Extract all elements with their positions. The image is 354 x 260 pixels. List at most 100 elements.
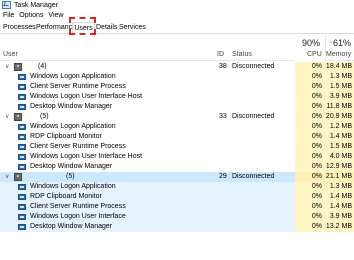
app-icon (18, 194, 26, 200)
chevron-down-icon[interactable]: ∨ (5, 112, 9, 122)
cpu-value: 0% (295, 92, 325, 102)
process-row[interactable]: Windows Logon User Interface Host 0% 3.9… (0, 92, 354, 102)
process-row[interactable]: RDP Clipboard Monitor 0% 1.4 MB (0, 192, 354, 202)
cpu-value: 0% (295, 172, 325, 182)
memory-value: 1.2 MB (325, 122, 354, 132)
memory-value: 18.4 MB (325, 62, 354, 72)
user-row-selected[interactable]: ∨ (5) 29 Disconnected 0% 21.1 MB (0, 172, 354, 182)
cpu-value: 0% (295, 132, 325, 142)
memory-value: 12.9 MB (325, 162, 354, 172)
column-id[interactable]: ID (217, 51, 224, 58)
cpu-value: 0% (295, 182, 325, 192)
memory-value: 21.1 MB (325, 172, 354, 182)
memory-total-percent: 61% (333, 38, 352, 48)
process-name: Windows Logon Application (30, 183, 116, 190)
user-icon (14, 63, 22, 71)
window-title: Task Manager (14, 1, 58, 9)
memory-value: 1.4 MB (325, 132, 354, 142)
tab-performance[interactable]: Performance (36, 22, 76, 33)
process-row[interactable]: Windows Logon Application 0% 1.2 MB (0, 122, 354, 132)
process-row[interactable]: Client Server Runtime Process 0% 1.5 MB (0, 82, 354, 92)
app-icon (18, 94, 26, 100)
process-row[interactable]: Windows Logon User Interface 0% 3.9 MB (0, 212, 354, 222)
memory-value: 3.9 MB (325, 92, 354, 102)
process-row[interactable]: Client Server Runtime Process 0% 1.5 MB (0, 142, 354, 152)
process-name: Client Server Runtime Process (30, 83, 126, 90)
cpu-value: 0% (295, 82, 325, 92)
tab-services[interactable]: Services (119, 22, 146, 33)
memory-value: 20.9 MB (325, 112, 354, 122)
app-icon (18, 184, 26, 190)
memory-value: 4.0 MB (325, 152, 354, 162)
app-icon (18, 84, 26, 90)
process-row[interactable]: Desktop Window Manager 0% 11.8 MB (0, 102, 354, 112)
cpu-value: 0% (295, 162, 325, 172)
user-name: (5) (66, 173, 75, 180)
cpu-value: 0% (295, 112, 325, 122)
process-name: Windows Logon Application (30, 73, 116, 80)
column-memory[interactable]: Memory (326, 51, 351, 58)
memory-value: 1.5 MB (325, 142, 354, 152)
app-icon (18, 154, 26, 160)
cpu-value: 0% (295, 62, 325, 72)
memory-value: 3.9 MB (325, 212, 354, 222)
cpu-value: 0% (295, 202, 325, 212)
menu-bar: File Options View (0, 10, 65, 20)
user-row[interactable]: ∨ (5) 33 Disconnected 0% 20.9 MB (0, 112, 354, 122)
process-row[interactable]: Desktop Window Manager 0% 12.9 MB (0, 162, 354, 172)
process-row[interactable]: Windows Logon User Interface Host 0% 4.0… (0, 152, 354, 162)
memory-value: 1.3 MB (325, 182, 354, 192)
sort-arrow-icon: ^ (329, 41, 332, 47)
tab-processes[interactable]: Processes (3, 22, 36, 33)
app-icon (18, 204, 26, 210)
cpu-value: 0% (295, 222, 325, 232)
app-icon (18, 74, 26, 80)
cpu-value: 0% (295, 102, 325, 112)
memory-value: 1.5 MB (325, 82, 354, 92)
menu-view[interactable]: View (46, 12, 65, 19)
menu-options[interactable]: Options (17, 12, 45, 19)
user-row[interactable]: ∨ (4) 38 Disconnected 0% 18.4 MB (0, 62, 354, 72)
cpu-value: 0% (295, 142, 325, 152)
session-id: 33 (219, 113, 227, 120)
process-name: Desktop Window Manager (30, 223, 113, 230)
app-icon (18, 104, 26, 110)
task-manager-icon (2, 1, 11, 9)
process-name: Windows Logon Application (30, 123, 116, 130)
session-id: 38 (219, 63, 227, 70)
process-name: Windows Logon User Interface Host (30, 153, 143, 160)
cpu-value: 0% (295, 192, 325, 202)
user-name: (4) (38, 63, 47, 70)
column-cpu[interactable]: CPU (307, 51, 322, 58)
app-icon (18, 144, 26, 150)
app-icon (18, 124, 26, 130)
chevron-down-icon[interactable]: ∨ (5, 172, 9, 182)
tab-details[interactable]: Details (96, 22, 117, 33)
users-list: ∨ (4) 38 Disconnected 0% 18.4 MB Windows… (0, 62, 354, 232)
process-name: Windows Logon User Interface (30, 213, 126, 220)
process-name: Client Server Runtime Process (30, 203, 126, 210)
app-icon (18, 134, 26, 140)
process-row[interactable]: Client Server Runtime Process 0% 1.4 MB (0, 202, 354, 212)
process-row[interactable]: Windows Logon Application 0% 1.3 MB (0, 182, 354, 192)
process-name: RDP Clipboard Monitor (30, 133, 102, 140)
cpu-total-percent: 90% (302, 38, 321, 48)
user-status: Disconnected (232, 173, 275, 180)
chevron-down-icon[interactable]: ∨ (5, 62, 9, 72)
process-name: Client Server Runtime Process (30, 143, 126, 150)
app-icon (18, 214, 26, 220)
memory-value: 1.4 MB (325, 192, 354, 202)
column-user[interactable]: User (3, 51, 18, 58)
menu-file[interactable]: File (1, 12, 16, 19)
column-status[interactable]: Status (232, 51, 252, 58)
process-name: Windows Logon User Interface Host (30, 93, 143, 100)
title-bar: Task Manager (0, 0, 354, 10)
process-row[interactable]: RDP Clipboard Monitor 0% 1.4 MB (0, 132, 354, 142)
process-row[interactable]: Windows Logon Application 0% 1.3 MB (0, 72, 354, 82)
tab-users[interactable]: Users (72, 22, 95, 34)
user-icon (14, 113, 22, 121)
process-row[interactable]: Desktop Window Manager 0% 13.2 MB (0, 222, 354, 232)
memory-value: 1.3 MB (325, 72, 354, 82)
user-status: Disconnected (232, 63, 275, 70)
memory-value: 13.2 MB (325, 222, 354, 232)
